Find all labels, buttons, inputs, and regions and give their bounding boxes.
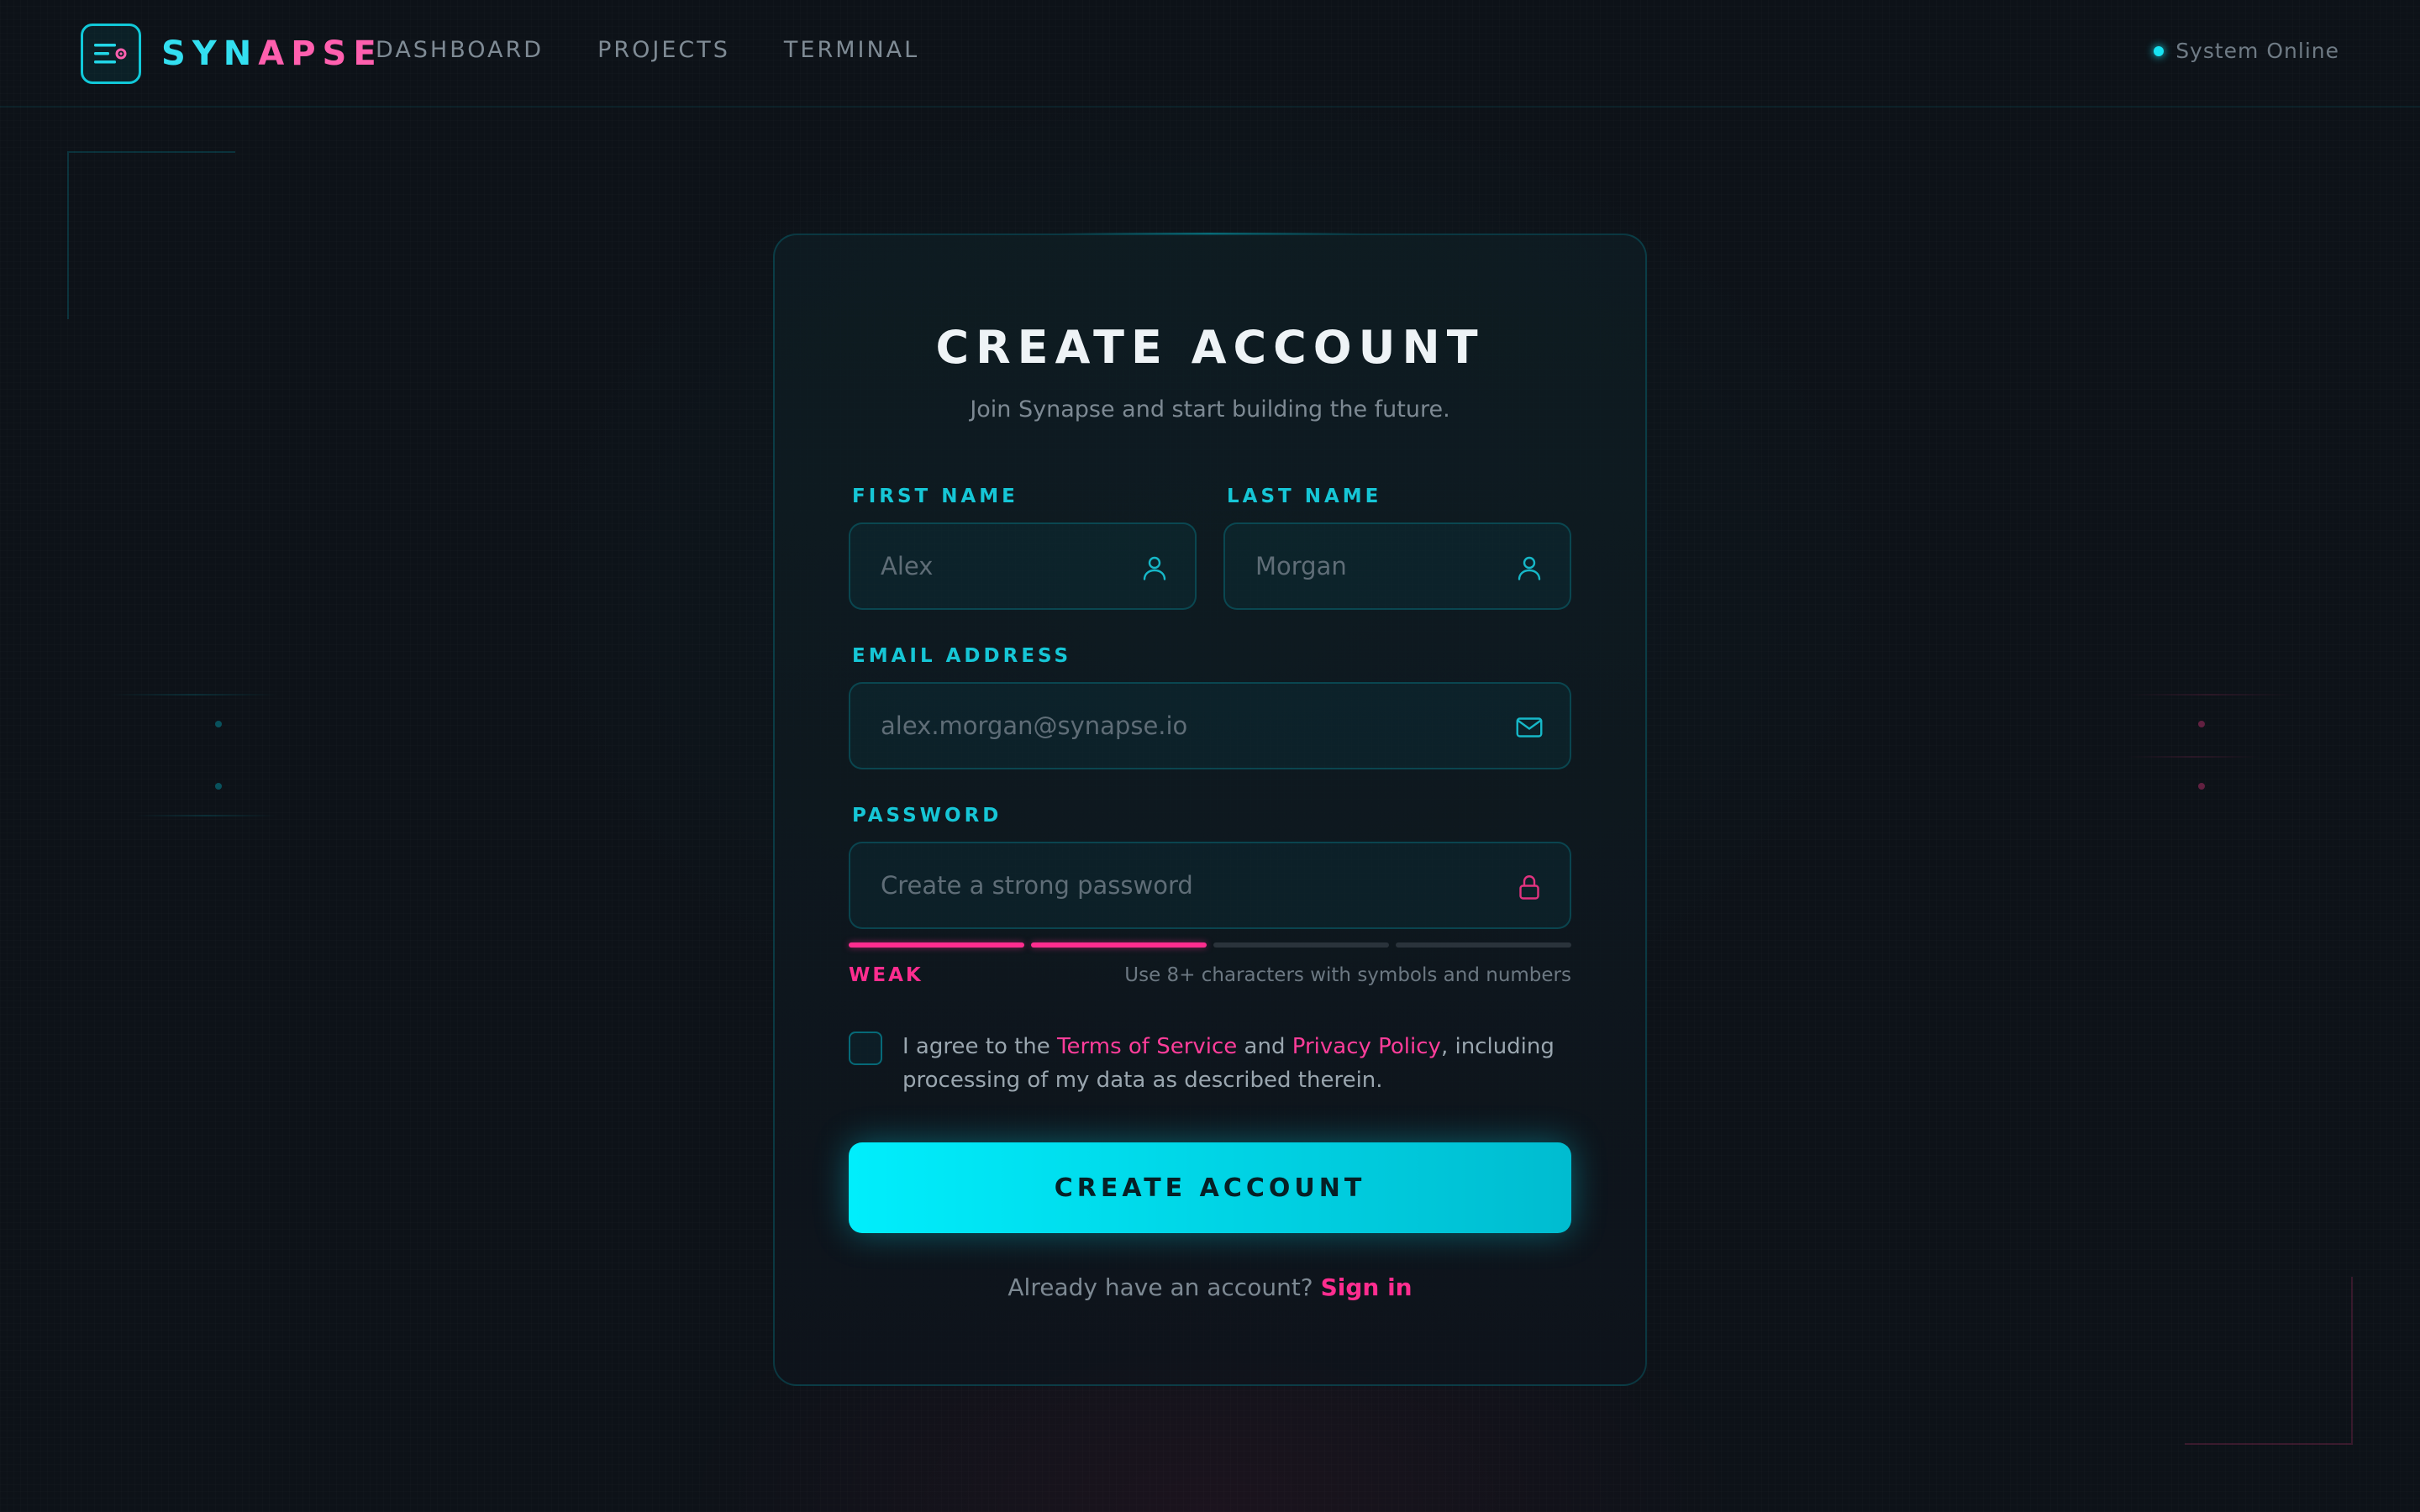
last-name-label: LAST NAME — [1227, 486, 1382, 507]
create-account-button[interactable]: CREATE ACCOUNT — [849, 1142, 1571, 1233]
top-navbar: SYNAPSE DASHBOARD PROJECTS TERMINAL Syst… — [0, 0, 2420, 108]
password-field-wrapper — [849, 842, 1571, 929]
user-icon — [1518, 556, 1541, 580]
terms-of-service-link[interactable]: Terms of Service — [1057, 1034, 1237, 1059]
strength-hint: Use 8+ characters with symbols and numbe… — [1124, 964, 1571, 986]
nav-terminal[interactable]: TERMINAL — [784, 37, 919, 63]
privacy-policy-link[interactable]: Privacy Policy — [1292, 1034, 1441, 1059]
signup-card: CREATE ACCOUNT Join Synapse and start bu… — [773, 234, 1647, 1386]
lock-icon — [1519, 875, 1539, 900]
form-title: CREATE ACCOUNT — [935, 321, 1485, 374]
status-dot-icon — [2154, 45, 2165, 56]
signin-prompt: Already have an account? — [1007, 1273, 1313, 1301]
menu-lines-icon — [94, 44, 127, 64]
decor-dot — [215, 783, 222, 790]
agree-and: and — [1237, 1034, 1292, 1059]
brand-name: SYNAPSE — [161, 32, 383, 76]
decor-dot — [2198, 721, 2205, 727]
decor-dot — [215, 721, 222, 727]
decor-dot — [2198, 783, 2205, 790]
mail-icon — [1516, 717, 1543, 738]
strength-segment — [849, 942, 1024, 948]
email-input[interactable] — [850, 684, 1570, 768]
password-input[interactable] — [850, 843, 1570, 927]
brand-name-part-2: APSE — [258, 34, 383, 73]
status-text: System Online — [2175, 39, 2339, 63]
corner-decoration-bottom-right — [2185, 1277, 2353, 1445]
logo-button[interactable] — [81, 24, 141, 84]
email-field-wrapper — [849, 682, 1571, 769]
page: SYNAPSE DASHBOARD PROJECTS TERMINAL Syst… — [0, 0, 2420, 1512]
main-nav: DASHBOARD PROJECTS TERMINAL — [376, 37, 919, 63]
password-strength-meter — [849, 942, 1571, 948]
first-name-label: FIRST NAME — [852, 486, 1018, 507]
strength-label: WEAK — [849, 964, 923, 986]
last-name-field-wrapper — [1223, 522, 1571, 610]
strength-segment — [1396, 942, 1571, 948]
user-icon — [1143, 556, 1166, 580]
strength-segment — [1031, 942, 1207, 948]
strength-segment — [1213, 942, 1389, 948]
agree-prefix: I agree to the — [902, 1034, 1058, 1059]
signin-row: Already have an account? Sign in — [775, 1273, 1645, 1301]
decor-line — [2126, 756, 2260, 758]
agree-checkbox[interactable] — [849, 1032, 882, 1065]
sign-in-link[interactable]: Sign in — [1321, 1273, 1413, 1301]
email-label: EMAIL ADDRESS — [852, 645, 1072, 667]
agree-text: I agree to the Terms of Service and Priv… — [902, 1030, 1566, 1097]
nav-dashboard[interactable]: DASHBOARD — [376, 37, 544, 63]
system-status: System Online — [2154, 39, 2339, 63]
password-label: PASSWORD — [852, 805, 1002, 827]
decor-line — [2126, 694, 2294, 696]
first-name-field-wrapper — [849, 522, 1197, 610]
form-subtitle: Join Synapse and start building the futu… — [970, 396, 1450, 423]
nav-projects[interactable]: PROJECTS — [597, 37, 730, 63]
brand-name-part-1: SYN — [161, 34, 259, 73]
corner-decoration-top-left — [67, 151, 235, 319]
decor-line — [109, 694, 277, 696]
decor-line — [134, 815, 277, 816]
